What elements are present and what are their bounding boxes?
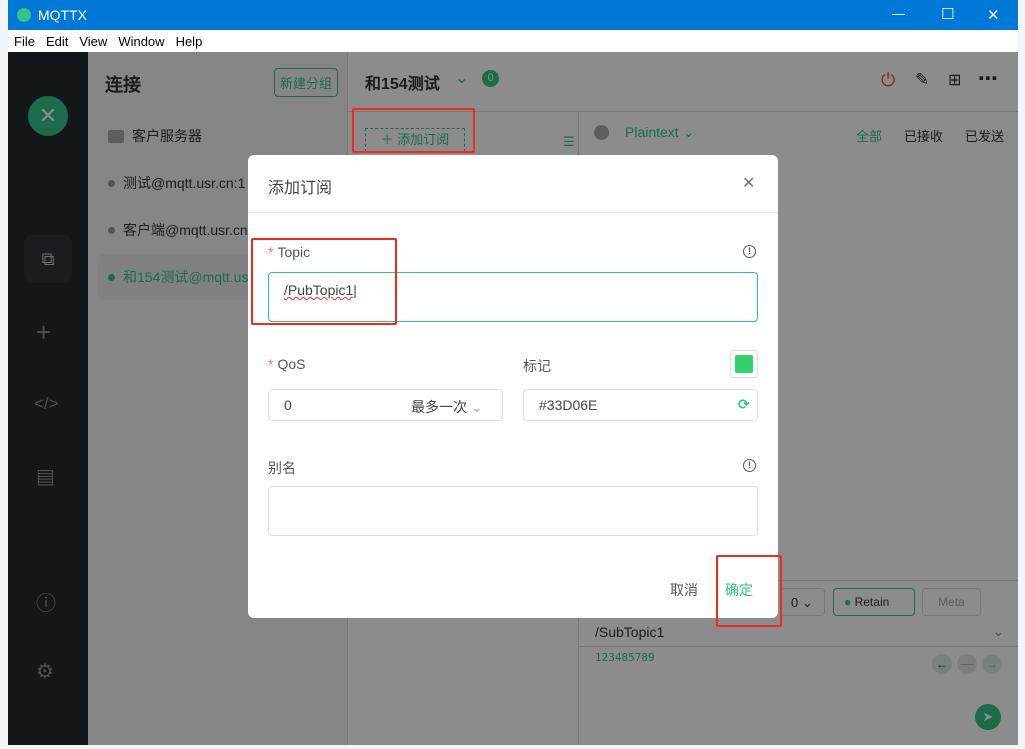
close-button[interactable]: ✕ (987, 6, 1000, 24)
add-subscription-dialog: 添加订阅 ✕ * Topic ! /PubTopic1| * QoS 0 最多一次 ⌄… (248, 155, 782, 627)
alias-input[interactable] (268, 486, 758, 536)
chevron-down-icon: ⌄ (470, 399, 483, 415)
window-title: MQTTX (38, 7, 87, 23)
title-bar: MQTTX — ☐ ✕ (8, 0, 1018, 30)
close-icon[interactable]: ✕ (742, 173, 755, 193)
topic-highlight (251, 238, 397, 325)
app-logo-icon (17, 8, 31, 22)
qos-select[interactable]: 0 最多一次 ⌄ (268, 389, 503, 421)
confirm-highlight (716, 555, 782, 627)
menu-view[interactable]: View (79, 34, 107, 49)
alias-label: 别名 (268, 460, 296, 476)
menu-help[interactable]: Help (176, 34, 203, 49)
menu-bar: File Edit View Window Help (8, 30, 1018, 52)
menu-window[interactable]: Window (118, 34, 164, 49)
menu-edit[interactable]: Edit (46, 34, 68, 49)
color-label: 标记 (523, 358, 551, 374)
qos-label: * QoS (268, 356, 306, 372)
color-input[interactable]: #33D06E ⟳ (523, 389, 758, 421)
color-picker[interactable] (730, 350, 758, 378)
refresh-icon[interactable]: ⟳ (738, 396, 750, 413)
maximize-button[interactable]: ☐ (941, 5, 954, 23)
minimize-button[interactable]: — (892, 6, 905, 21)
alias-info-icon[interactable]: ! (743, 459, 756, 472)
menu-file[interactable]: File (14, 34, 35, 49)
topic-info-icon[interactable]: ! (743, 245, 756, 258)
cancel-button[interactable]: 取消 (670, 580, 698, 600)
dialog-title: 添加订阅 (268, 180, 333, 197)
add-subscription-highlight (352, 108, 475, 153)
dialog-header-divider (248, 212, 778, 213)
